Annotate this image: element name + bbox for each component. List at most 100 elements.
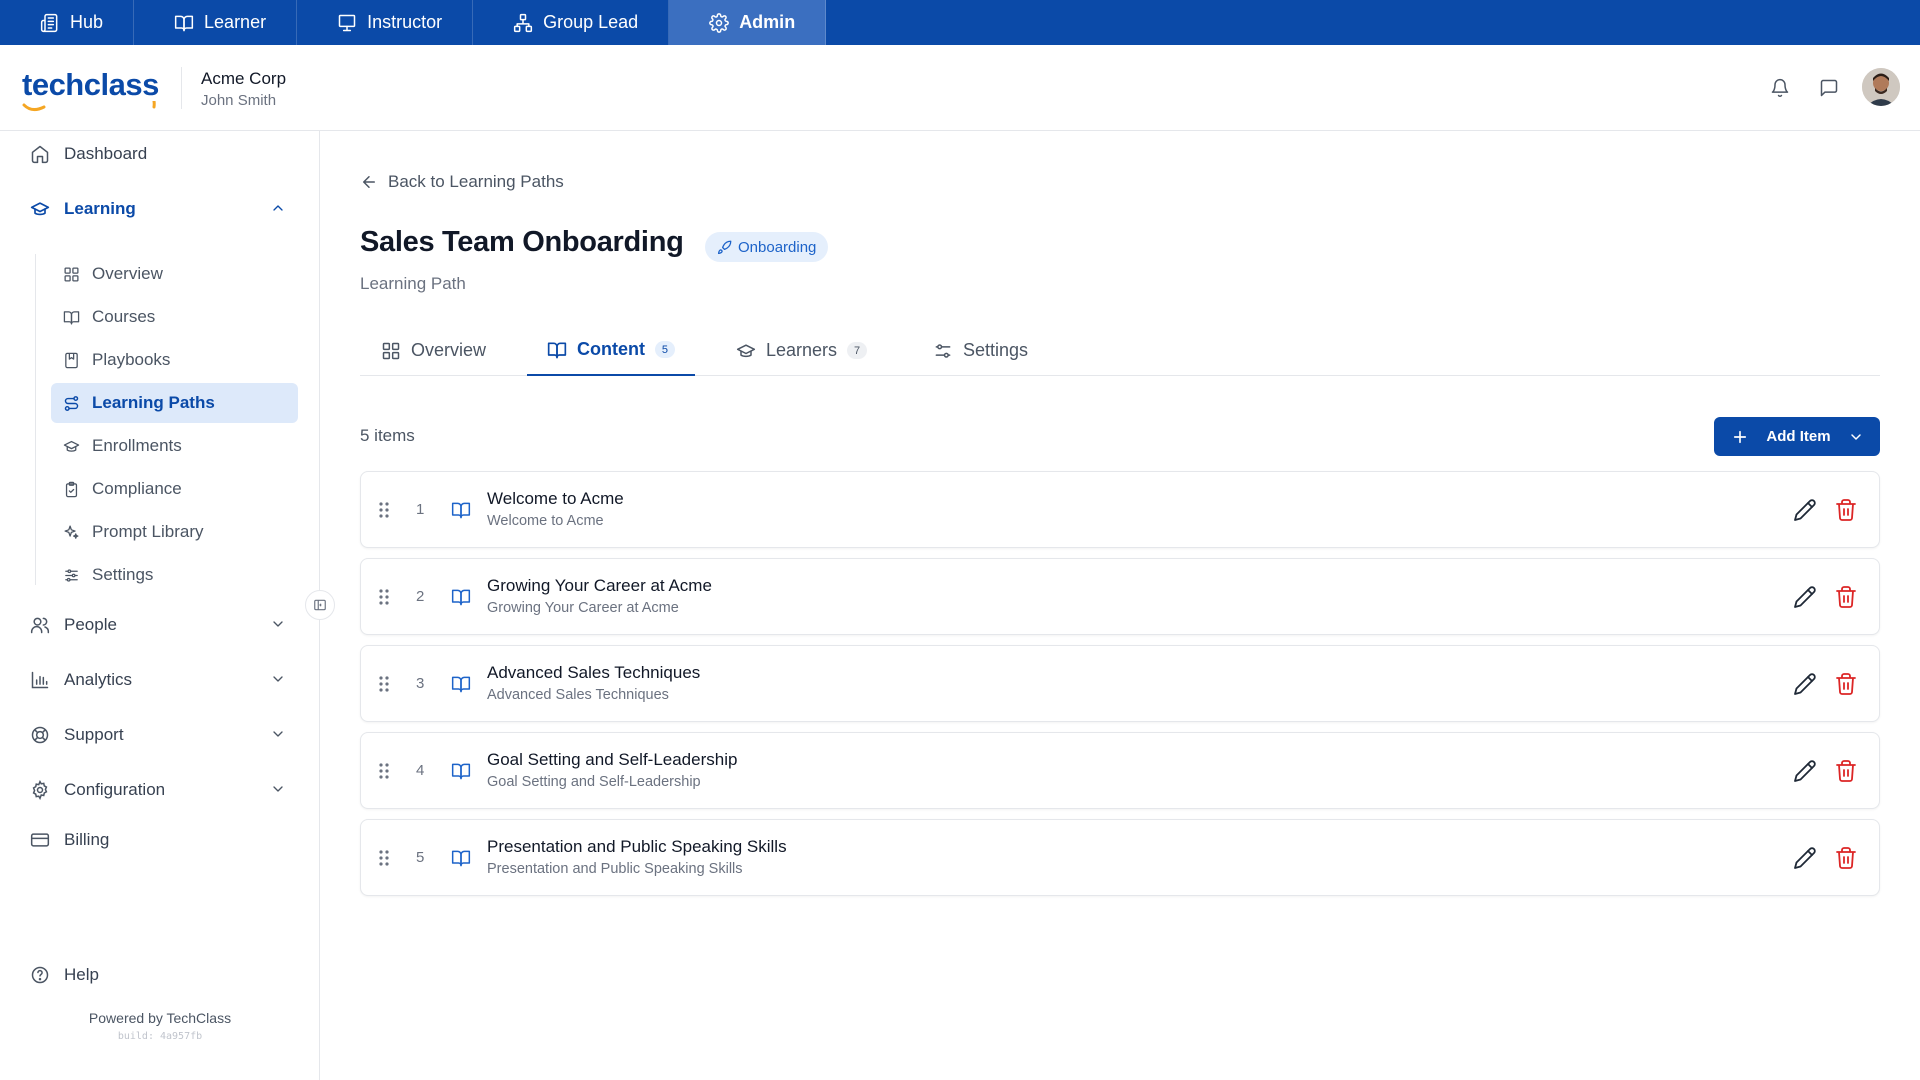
item-subtitle: Welcome to Acme (487, 513, 604, 529)
sidebar-item-label: Settings (92, 565, 154, 584)
tab-learners[interactable]: Learners 7 (736, 325, 868, 376)
notebook-icon (65, 352, 78, 368)
item-index: 4 (416, 762, 425, 779)
sidebar-item-learning[interactable]: Learning (30, 190, 290, 228)
sidebar-item-label: Compliance (92, 479, 182, 498)
gear-icon (32, 780, 48, 800)
graduation-cap-icon (63, 440, 80, 452)
grid-icon (382, 342, 400, 359)
sidebar-item-label: Analytics (64, 670, 133, 689)
trash-icon[interactable] (1834, 585, 1858, 609)
role-tab-hub[interactable]: Hub (0, 0, 135, 45)
trash-icon[interactable] (1834, 846, 1858, 870)
role-tab-learner[interactable]: Learner (134, 0, 298, 45)
tab-label: Content (577, 339, 645, 359)
drag-handle-icon[interactable] (376, 587, 392, 607)
users-icon (30, 617, 50, 634)
role-label: Hub (70, 12, 104, 32)
item-subtitle: Growing Your Career at Acme (487, 600, 679, 616)
user-name: John Smith (201, 92, 277, 109)
submenu-guide-line (35, 254, 36, 585)
bell-icon (1771, 78, 1789, 98)
sidebar-collapse-button[interactable] (305, 590, 335, 620)
list-item: 1 Welcome to Acme Welcome to Acme (360, 471, 1880, 548)
pencil-icon[interactable] (1793, 672, 1817, 696)
drag-handle-icon[interactable] (376, 848, 392, 868)
chevron-up-icon (273, 205, 283, 211)
tab-content[interactable]: Content 5 (527, 325, 695, 376)
role-switcher-bar: Hub Learner Instructor Group Lead Admin (0, 0, 1920, 45)
drag-handle-icon[interactable] (376, 500, 392, 520)
pencil-icon[interactable] (1793, 585, 1817, 609)
sidebar-item-compliance[interactable]: Compliance (51, 469, 298, 509)
sidebar-item-settings[interactable]: Settings (51, 555, 298, 595)
role-tab-group-lead[interactable]: Group Lead (473, 0, 670, 45)
role-tab-admin[interactable]: Admin (669, 0, 827, 45)
help-circle-icon (31, 966, 49, 984)
drag-handle-icon[interactable] (376, 761, 392, 781)
chevron-down-icon (273, 786, 283, 792)
newspaper-icon (40, 13, 58, 32)
sidebar-item-help[interactable]: Help (30, 956, 290, 994)
book-open-icon (547, 342, 567, 358)
list-item: 3 Advanced Sales Techniques Advanced Sal… (360, 645, 1880, 722)
back-to-learning-paths-link[interactable]: Back to Learning Paths (360, 172, 564, 192)
sidebar-item-courses[interactable]: Courses (51, 297, 298, 337)
role-tab-instructor[interactable]: Instructor (297, 0, 474, 45)
sidebar-item-dashboard[interactable]: Dashboard (30, 135, 290, 173)
sidebar-item-configuration[interactable]: Configuration (30, 771, 290, 809)
notifications-button[interactable] (1767, 75, 1793, 101)
sidebar-item-label: Enrollments (92, 436, 182, 455)
pencil-icon[interactable] (1793, 846, 1817, 870)
trash-icon[interactable] (1834, 498, 1858, 522)
sidebar-item-playbooks[interactable]: Playbooks (51, 340, 298, 380)
add-item-button[interactable]: Add Item (1714, 417, 1880, 456)
content-items-list: 1 Welcome to Acme Welcome to Acme 2 Grow… (360, 471, 1880, 906)
item-title: Goal Setting and Self-Leadership (487, 750, 738, 769)
trash-icon[interactable] (1834, 759, 1858, 783)
tab-settings[interactable]: Settings (933, 325, 1028, 376)
sidebar-item-label: Help (64, 965, 99, 984)
tab-overview[interactable]: Overview (381, 325, 486, 376)
tab-count-badge: 5 (654, 341, 675, 358)
items-count: 5 items (360, 426, 415, 445)
sidebar-item-overview[interactable]: Overview (51, 254, 298, 294)
trash-icon[interactable] (1834, 672, 1858, 696)
org-name: Acme Corp (201, 69, 287, 88)
sidebar-item-prompt-library[interactable]: Prompt Library (51, 512, 298, 552)
pencil-icon[interactable] (1793, 759, 1817, 783)
book-open-icon (451, 502, 471, 519)
sparkles-icon (64, 524, 79, 539)
tab-label: Learners (766, 340, 838, 360)
sidebar-item-enrollments[interactable]: Enrollments (51, 426, 298, 466)
techclass-logo[interactable]: techclass (22, 67, 159, 112)
home-icon (31, 145, 49, 164)
sidebar-item-label: Configuration (64, 780, 166, 799)
drag-handle-icon[interactable] (376, 674, 392, 694)
route-icon (64, 395, 79, 411)
item-index: 5 (416, 849, 425, 866)
sidebar-item-billing[interactable]: Billing (30, 821, 290, 859)
chevron-down-icon (1851, 433, 1861, 440)
user-avatar-icon (1862, 68, 1900, 106)
role-label: Group Lead (543, 12, 639, 32)
sidebar-item-learning-paths[interactable]: Learning Paths (51, 383, 298, 423)
sidebar-item-people[interactable]: People (30, 606, 290, 644)
header-divider (181, 67, 182, 109)
rocket-icon (717, 240, 732, 254)
sidebar-item-label: Courses (92, 307, 156, 326)
messages-button[interactable] (1816, 75, 1842, 101)
grid-icon (64, 266, 79, 282)
book-open-icon (63, 310, 80, 325)
avatar[interactable] (1862, 68, 1900, 106)
sidebar-item-analytics[interactable]: Analytics (30, 661, 290, 699)
sidebar-item-support[interactable]: Support (30, 716, 290, 754)
sidebar-item-label: Learning (64, 199, 136, 218)
item-title: Advanced Sales Techniques (487, 663, 701, 682)
item-title: Growing Your Career at Acme (487, 576, 712, 595)
tab-label: Overview (411, 340, 487, 360)
clipboard-check-icon (65, 481, 78, 497)
pencil-icon[interactable] (1793, 498, 1817, 522)
item-subtitle: Goal Setting and Self-Leadership (487, 774, 701, 790)
sidebar-item-label: Overview (92, 264, 163, 283)
